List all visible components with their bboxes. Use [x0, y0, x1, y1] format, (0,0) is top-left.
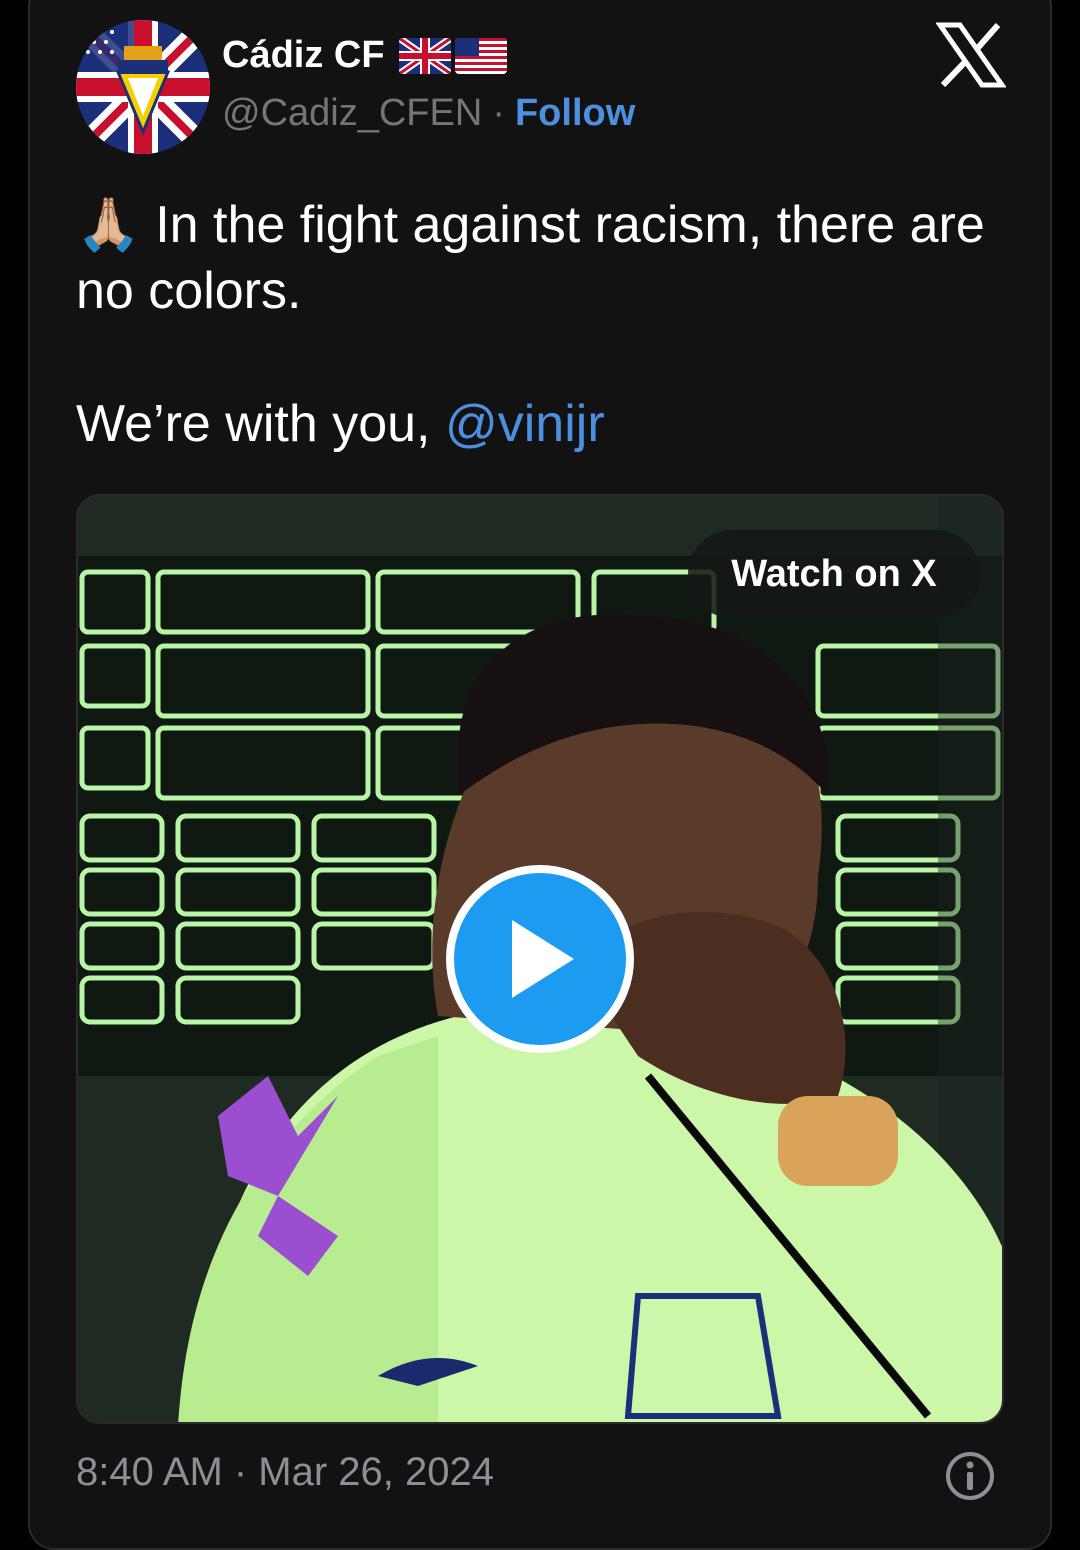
mention-link[interactable]: @vinijr: [445, 395, 605, 453]
play-icon: [512, 920, 574, 998]
handle-row: @Cadiz_CFEN · Follow: [222, 92, 635, 135]
flag-badges: [398, 37, 507, 74]
club-crest-avatar-image: [76, 20, 210, 154]
avatar[interactable]: [76, 20, 210, 154]
tweet-text: 🙏🏼 In the fight against racism, there ar…: [76, 192, 996, 324]
account-name-row: Cádiz CF: [222, 34, 507, 77]
uk-flag-icon: [398, 37, 451, 74]
tweet-text-line2: We’re with you,: [76, 395, 445, 453]
tweet-text-second-paragraph: We’re with you, @vinijr: [76, 394, 605, 454]
timestamp[interactable]: 8:40 AM · Mar 26, 2024: [76, 1450, 494, 1495]
praying-hands-emoji: 🙏🏼: [76, 196, 141, 254]
watch-on-x-button[interactable]: Watch on X: [688, 530, 980, 618]
separator: ·: [492, 92, 505, 134]
x-logo-icon[interactable]: [935, 22, 1007, 88]
info-icon[interactable]: [944, 1450, 996, 1502]
handle[interactable]: @Cadiz_CFEN: [222, 92, 482, 135]
display-name[interactable]: Cádiz CF: [222, 34, 385, 77]
follow-button[interactable]: Follow: [515, 92, 635, 135]
us-flag-icon: [454, 37, 507, 74]
tweet-text-line1: In the fight against racism, there are n…: [76, 196, 985, 320]
play-button[interactable]: [446, 865, 634, 1053]
